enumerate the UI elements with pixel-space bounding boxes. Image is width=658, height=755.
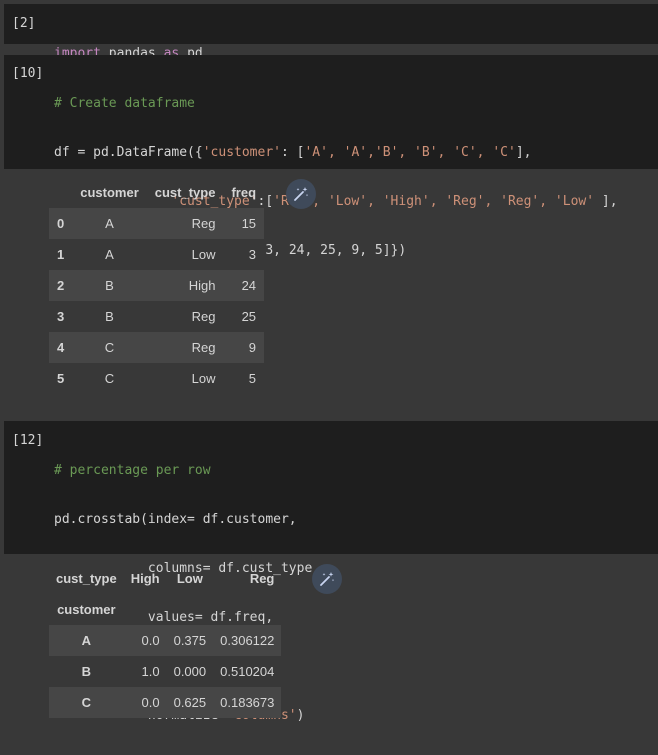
row-index: 3 [57,309,65,324]
table-cell: 0.183673 [220,695,275,710]
row-index: 5 [57,371,65,386]
magic-wand-icon[interactable] [286,179,316,209]
column-header: High [130,571,160,586]
row-index: 4 [57,340,65,355]
magic-wand-icon[interactable] [312,564,342,594]
cell-prompt: [12] [12,433,44,448]
code-string: 'Reg', 'Low', 'High', 'Reg', 'Reg', 'Low… [273,194,595,209]
cell-prompt: [2] [12,16,36,31]
table-cell: Low [191,371,216,386]
table-cell: 0.000 [173,664,207,679]
code-token: df = pd.DataFrame({ [54,145,203,160]
column-header: cust_type [154,185,216,200]
row-index: A [81,633,92,648]
table-cell: 15 [241,216,257,231]
table-cell: Reg [191,340,216,355]
table-cell: 9 [248,340,257,355]
code-cell-3[interactable]: [12] # percentage per row pd.crosstab(in… [4,421,658,723]
table-row: 2 B High 24 [49,270,265,301]
code-comment: # Create dataframe [54,96,195,111]
row-index: C [81,695,92,710]
table-row: 1 A Low 3 [49,239,265,270]
code-cell-1[interactable]: [2] import pandas as pd [4,4,658,61]
code-token: ], [515,145,532,160]
cell-prompt: [10] [12,66,44,81]
column-header: Low [176,571,203,586]
table-cell: High [188,278,216,293]
table-row: A 0.0 0.375 0.306122 [49,625,282,656]
code-comment: # percentage per row [54,463,211,478]
table-cell: 1.0 [141,664,160,679]
table-cell: 0.375 [173,633,207,648]
table-cell: 25 [241,309,257,324]
table-cell: A [105,247,114,262]
code-token: ], [594,194,618,209]
columns-name-header: cust_type [56,571,117,586]
row-index: B [81,664,92,679]
code-token: : [ [281,145,305,160]
column-header: Reg [249,571,275,586]
table-cell: C [104,340,115,355]
table-cell: 0.510204 [220,664,275,679]
row-index: 1 [57,247,65,262]
index-header [49,177,72,208]
table-cell: Reg [191,309,216,324]
table-cell: 0.625 [173,695,207,710]
table-cell: C [104,371,115,386]
table-cell: 0.0 [141,633,160,648]
code-cell-2[interactable]: [10] # Create dataframe df = pd.DataFram… [4,55,658,307]
table-row: 0 A Reg 15 [49,208,265,239]
code-token: ) [296,708,305,723]
table-cell: B [105,278,114,293]
table-cell: B [105,309,114,324]
column-header: freq [231,185,257,200]
table-row: B 1.0 0.000 0.510204 [49,656,282,687]
code-string: 'customer' [202,145,281,160]
table-row: 3 B Reg 25 [49,301,265,332]
table-cell: A [105,216,114,231]
table-cell: 5 [248,371,257,386]
index-name-header: customer [57,602,116,617]
table-cell: Low [191,247,216,262]
code-string: 'A', 'A','B', 'B', 'C', 'C' [304,145,516,160]
table-row: 5 C Low 5 [49,363,265,394]
code-token: pd.crosstab(index= df.customer, [54,512,297,527]
crosstab-output: cust_type High Low Reg customer A 0.0 0.… [49,563,282,718]
row-index: 0 [57,216,65,231]
table-cell: 3 [248,247,257,262]
table-cell: 24 [241,278,257,293]
table-cell: Reg [191,216,216,231]
table-row: 4 C Reg 9 [49,332,265,363]
row-index: 2 [57,278,65,293]
column-header: customer [80,185,139,200]
table-cell: 0.0 [141,695,160,710]
table-row: C 0.0 0.625 0.183673 [49,687,282,718]
table-cell: 0.306122 [220,633,275,648]
dataframe-output: customer cust_type freq 0 A Reg 15 1 A L… [49,177,265,394]
